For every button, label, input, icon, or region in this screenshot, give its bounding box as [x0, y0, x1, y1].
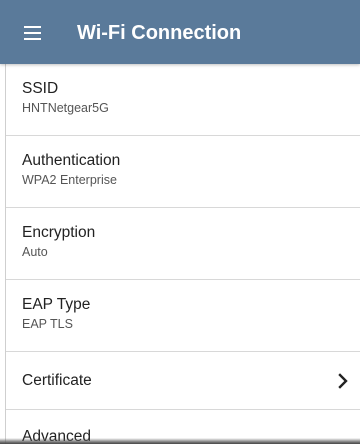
- ssid-row[interactable]: SSID HNTNetgear5G: [6, 64, 360, 136]
- wifi-connection-screen: Wi-Fi Connection SSID HNTNetgear5G Authe…: [0, 0, 360, 444]
- bottom-edge-shadow: [0, 438, 360, 444]
- certificate-row[interactable]: Certificate: [6, 352, 360, 410]
- certificate-label: Certificate: [22, 372, 92, 389]
- authentication-row[interactable]: Authentication WPA2 Enterprise: [6, 136, 360, 208]
- menu-bar-top: [24, 26, 41, 28]
- eap-type-row[interactable]: EAP Type EAP TLS: [6, 280, 360, 352]
- authentication-value: WPA2 Enterprise: [22, 173, 117, 187]
- page-title: Wi-Fi Connection: [77, 22, 242, 44]
- eap-type-value: EAP TLS: [22, 317, 73, 331]
- app-toolbar: Wi-Fi Connection: [0, 0, 360, 64]
- eap-type-label: EAP Type: [22, 296, 91, 313]
- encryption-row[interactable]: Encryption Auto: [6, 208, 360, 280]
- ssid-value: HNTNetgear5G: [22, 101, 109, 115]
- encryption-label: Encryption: [22, 224, 96, 241]
- ssid-label: SSID: [22, 80, 59, 97]
- settings-list: SSID HNTNetgear5G Authentication WPA2 En…: [5, 64, 360, 444]
- menu-bar-bottom: [24, 38, 41, 40]
- chevron-right-icon: [338, 373, 348, 389]
- menu-bar-middle: [24, 32, 41, 34]
- encryption-value: Auto: [22, 245, 48, 259]
- authentication-label: Authentication: [22, 152, 121, 169]
- hamburger-menu-icon[interactable]: [16, 20, 50, 44]
